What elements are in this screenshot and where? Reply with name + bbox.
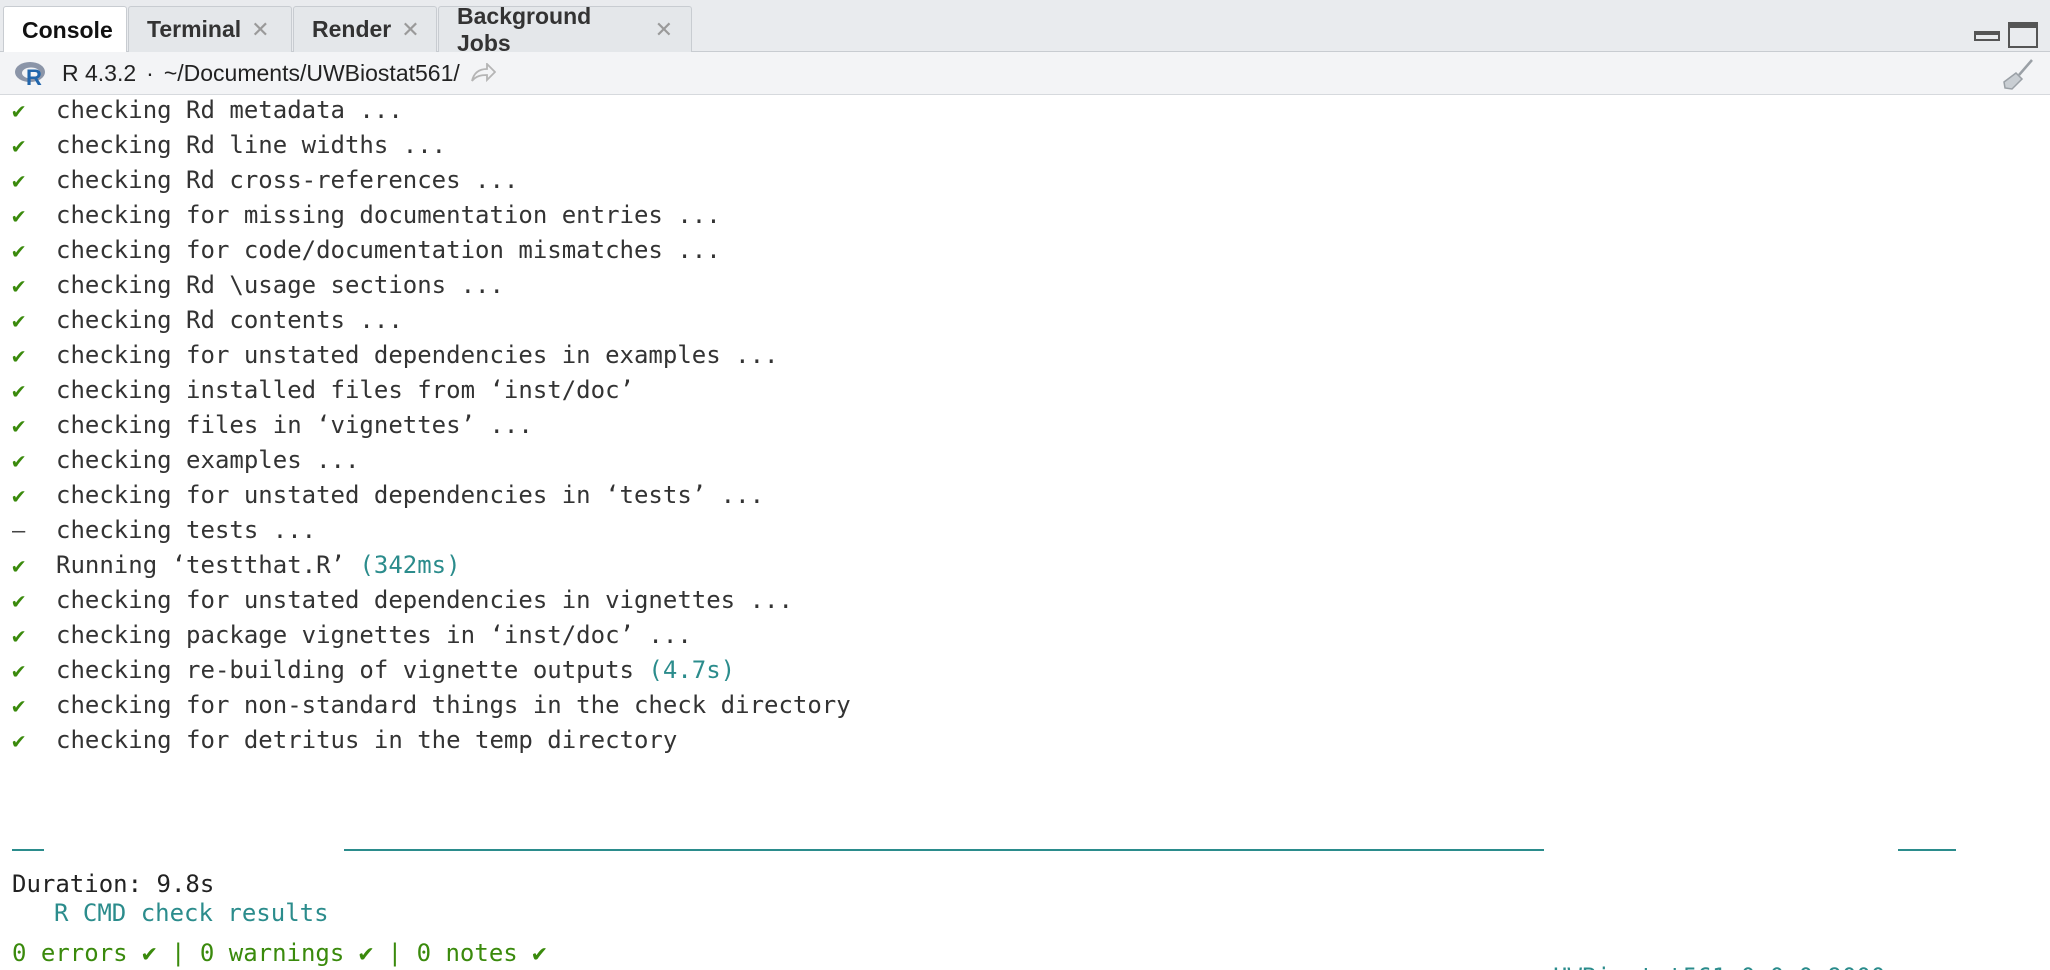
results-header-label: R CMD check results [54, 899, 329, 927]
tab-console[interactable]: Console [3, 6, 127, 53]
console-line: ✔ checking Rd metadata ... [12, 95, 403, 126]
tab-background-jobs[interactable]: Background Jobs ✕ [438, 3, 692, 56]
console-line: ✔ checking Rd contents ... [12, 304, 403, 336]
console-line: ✔ checking examples ... [12, 444, 359, 476]
check-icon: ✔ [12, 309, 26, 334]
check-icon: ✔ [12, 204, 26, 229]
rule-segment [1898, 849, 1956, 851]
close-icon[interactable]: ✕ [401, 17, 419, 43]
console-line: ✔ checking for non-standard things in the… [12, 689, 851, 721]
console-line: ✔ checking package vignettes in ‘inst/doc… [12, 619, 692, 651]
pane-tab-bar: Console Terminal ✕ Render ✕ Background J… [0, 0, 2050, 56]
check-icon: ✔ [12, 169, 26, 194]
check-icon: ✔ [12, 589, 26, 614]
r-version: R 4.3.2 [62, 59, 137, 86]
rule-segment [12, 849, 44, 851]
check-icon: ✔ [12, 134, 26, 159]
check-icon: ✔ [12, 449, 26, 474]
check-icon: ✔ [12, 344, 26, 369]
console-line: ✔ checking for code/documentation mismatc… [12, 234, 721, 266]
console-line: ✔ checking Rd line widths ... [12, 129, 446, 161]
check-icon: ✔ [12, 99, 26, 124]
path-separator: · [146, 59, 154, 86]
check-icon: ✔ [12, 694, 26, 719]
console-line: ✔ Running ‘testthat.R’ (342ms) [12, 549, 461, 581]
tab-console-label: Console [22, 16, 113, 43]
r-logo-icon: R [15, 62, 45, 88]
working-directory-path: ~/Documents/UWBiostat561/ [163, 59, 460, 86]
in-progress-icon: – [12, 519, 26, 544]
rule-segment [344, 849, 1544, 851]
console-line: ✔ checking for detritus in the temp direc… [12, 724, 677, 756]
console-line: ✔ checking for unstated dependencies in e… [12, 339, 778, 371]
check-icon: ✔ [12, 414, 26, 439]
minimize-pane-icon[interactable] [1974, 22, 2000, 42]
duration-text: Duration: 9.8s [12, 870, 215, 898]
console-line: ✔ checking for missing documentation entr… [12, 199, 721, 231]
maximize-pane-icon[interactable] [2008, 22, 2038, 48]
console-line: ✔ checking re-building of vignette output… [12, 654, 735, 686]
check-icon: ✔ [12, 274, 26, 299]
check-icon: ✔ [12, 729, 26, 754]
svg-text:R: R [26, 65, 42, 88]
tab-render-label: Render [312, 16, 392, 42]
tab-terminal-label: Terminal [147, 16, 242, 42]
package-version-label: UWBiostat561 0.0.0.9000 [1553, 961, 1885, 970]
go-to-directory-icon[interactable] [470, 63, 496, 83]
timing-label: (342ms) [359, 551, 461, 579]
console-output[interactable]: ✔ checking Rd metadata ... ✔ checking Rd l… [0, 95, 2050, 970]
close-icon[interactable]: ✕ [251, 17, 269, 43]
console-path-bar: R R 4.3.2 · ~/Documents/UWBiostat561/ [0, 52, 2050, 95]
check-icon: ✔ [12, 624, 26, 649]
check-icon: ✔ [12, 554, 26, 579]
check-icon: ✔ [12, 379, 26, 404]
check-icon: ✔ [12, 239, 26, 264]
console-line: – checking tests ... [12, 514, 316, 546]
console-line: ✔ checking Rd cross-references ... [12, 164, 518, 196]
close-icon[interactable]: ✕ [655, 17, 673, 43]
console-line: ✔ checking for unstated dependencies in v… [12, 584, 793, 616]
check-summary: 0 errors ✔ | 0 warnings ✔ | 0 notes ✔ [12, 939, 547, 967]
check-icon: ✔ [12, 484, 26, 509]
console-line: ✔ checking files in ‘vignettes’ ... [12, 409, 533, 441]
tab-background-jobs-label: Background Jobs [457, 2, 592, 56]
check-icon: ✔ [12, 659, 26, 684]
console-line: ✔ checking Rd \usage sections ... [12, 269, 504, 301]
results-header-rule: R CMD check results UWBiostat561 0.0.0.9… [12, 833, 1962, 970]
console-line: ✔ checking installed files from ‘inst/doc… [12, 374, 634, 406]
tab-render[interactable]: Render ✕ [293, 6, 437, 52]
timing-label: (4.7s) [648, 656, 736, 684]
clear-console-icon[interactable] [2002, 58, 2036, 90]
tab-terminal[interactable]: Terminal ✕ [128, 6, 292, 52]
console-line: ✔ checking for unstated dependencies in ‘… [12, 479, 764, 511]
